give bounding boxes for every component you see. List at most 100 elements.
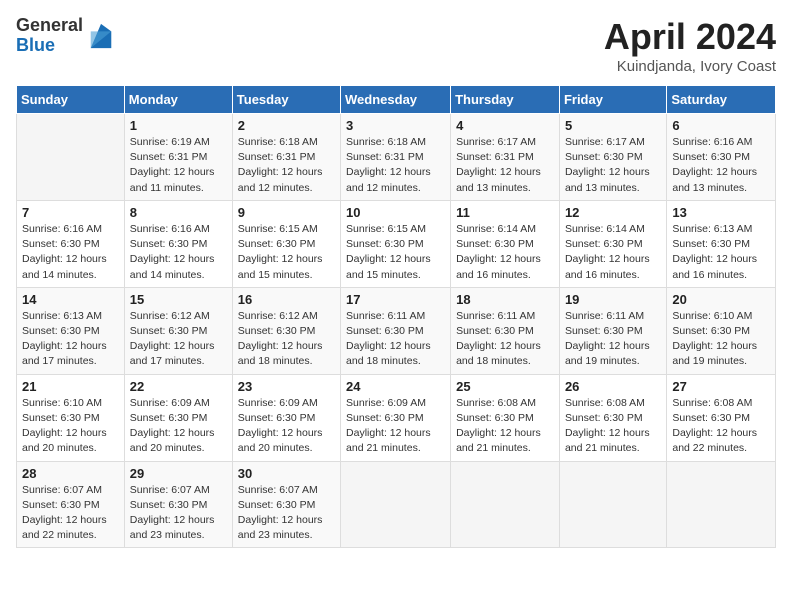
day-number: 3 (346, 118, 445, 133)
day-info: Sunrise: 6:10 AM Sunset: 6:30 PM Dayligh… (22, 396, 119, 457)
day-number: 9 (238, 205, 335, 220)
day-info: Sunrise: 6:13 AM Sunset: 6:30 PM Dayligh… (672, 222, 770, 283)
calendar-cell: 12 Sunrise: 6:14 AM Sunset: 6:30 PM Dayli… (559, 200, 666, 287)
calendar-cell: 4 Sunrise: 6:17 AM Sunset: 6:31 PM Daylig… (451, 114, 560, 201)
month-title: April 2024 (604, 16, 776, 58)
day-info: Sunrise: 6:17 AM Sunset: 6:31 PM Dayligh… (456, 135, 554, 196)
calendar-table: SundayMondayTuesdayWednesdayThursdayFrid… (16, 85, 776, 548)
calendar-cell: 22 Sunrise: 6:09 AM Sunset: 6:30 PM Dayli… (124, 374, 232, 461)
calendar-cell: 1Sunrise: 6:19 AM Sunset: 6:31 PM Daylig… (124, 114, 232, 201)
day-number: 8 (130, 205, 227, 220)
calendar-cell: 27 Sunrise: 6:08 AM Sunset: 6:30 PM Dayli… (667, 374, 776, 461)
day-of-week-header: Wednesday (341, 86, 451, 114)
calendar-cell: 10 Sunrise: 6:15 AM Sunset: 6:30 PM Dayli… (341, 200, 451, 287)
day-of-week-header: Sunday (17, 86, 125, 114)
calendar-cell: 21Sunrise: 6:10 AM Sunset: 6:30 PM Dayli… (17, 374, 125, 461)
day-info: Sunrise: 6:18 AM Sunset: 6:31 PM Dayligh… (238, 135, 335, 196)
calendar-cell: 26 Sunrise: 6:08 AM Sunset: 6:30 PM Dayli… (559, 374, 666, 461)
logo: General Blue (16, 16, 115, 56)
calendar-cell: 13 Sunrise: 6:13 AM Sunset: 6:30 PM Dayli… (667, 200, 776, 287)
day-info: Sunrise: 6:10 AM Sunset: 6:30 PM Dayligh… (672, 309, 770, 370)
day-number: 24 (346, 379, 445, 394)
calendar-week-row: 7 Sunrise: 6:16 AM Sunset: 6:30 PM Daylig… (17, 200, 776, 287)
day-info: Sunrise: 6:15 AM Sunset: 6:30 PM Dayligh… (346, 222, 445, 283)
calendar-cell: 6Sunrise: 6:16 AM Sunset: 6:30 PM Daylig… (667, 114, 776, 201)
calendar-week-row: 14 Sunrise: 6:13 AM Sunset: 6:30 PM Dayli… (17, 287, 776, 374)
day-number: 12 (565, 205, 661, 220)
day-number: 11 (456, 205, 554, 220)
day-info: Sunrise: 6:11 AM Sunset: 6:30 PM Dayligh… (565, 309, 661, 370)
day-info: Sunrise: 6:16 AM Sunset: 6:30 PM Dayligh… (22, 222, 119, 283)
day-number: 15 (130, 292, 227, 307)
day-info: Sunrise: 6:14 AM Sunset: 6:30 PM Dayligh… (565, 222, 661, 283)
day-info: Sunrise: 6:11 AM Sunset: 6:30 PM Dayligh… (346, 309, 445, 370)
calendar-cell (667, 461, 776, 548)
day-of-week-header: Thursday (451, 86, 560, 114)
day-info: Sunrise: 6:13 AM Sunset: 6:30 PM Dayligh… (22, 309, 119, 370)
day-number: 30 (238, 466, 335, 481)
calendar-cell: 24 Sunrise: 6:09 AM Sunset: 6:30 PM Dayli… (341, 374, 451, 461)
day-number: 5 (565, 118, 661, 133)
calendar-cell: 17Sunrise: 6:11 AM Sunset: 6:30 PM Dayli… (341, 287, 451, 374)
day-number: 4 (456, 118, 554, 133)
day-number: 7 (22, 205, 119, 220)
day-number: 14 (22, 292, 119, 307)
day-info: Sunrise: 6:07 AM Sunset: 6:30 PM Dayligh… (238, 483, 335, 544)
day-number: 25 (456, 379, 554, 394)
day-info: Sunrise: 6:19 AM Sunset: 6:31 PM Dayligh… (130, 135, 227, 196)
day-info: Sunrise: 6:09 AM Sunset: 6:30 PM Dayligh… (130, 396, 227, 457)
day-info: Sunrise: 6:07 AM Sunset: 6:30 PM Dayligh… (22, 483, 119, 544)
calendar-cell (17, 114, 125, 201)
calendar-cell: 29 Sunrise: 6:07 AM Sunset: 6:30 PM Dayli… (124, 461, 232, 548)
day-number: 27 (672, 379, 770, 394)
day-of-week-header: Saturday (667, 86, 776, 114)
day-number: 2 (238, 118, 335, 133)
calendar-cell: 15 Sunrise: 6:12 AM Sunset: 6:30 PM Dayli… (124, 287, 232, 374)
day-of-week-header: Monday (124, 86, 232, 114)
logo-blue-text: Blue (16, 36, 83, 56)
day-info: Sunrise: 6:18 AM Sunset: 6:31 PM Dayligh… (346, 135, 445, 196)
calendar-cell: 25Sunrise: 6:08 AM Sunset: 6:30 PM Dayli… (451, 374, 560, 461)
calendar-cell: 20Sunrise: 6:10 AM Sunset: 6:30 PM Dayli… (667, 287, 776, 374)
day-info: Sunrise: 6:08 AM Sunset: 6:30 PM Dayligh… (565, 396, 661, 457)
logo-general-text: General (16, 16, 83, 36)
calendar-cell: 16Sunrise: 6:12 AM Sunset: 6:30 PM Dayli… (232, 287, 340, 374)
calendar-cell: 9Sunrise: 6:15 AM Sunset: 6:30 PM Daylig… (232, 200, 340, 287)
calendar-cell (451, 461, 560, 548)
calendar-cell (559, 461, 666, 548)
calendar-cell: 23 Sunrise: 6:09 AM Sunset: 6:30 PM Dayli… (232, 374, 340, 461)
day-number: 18 (456, 292, 554, 307)
calendar-header-row: SundayMondayTuesdayWednesdayThursdayFrid… (17, 86, 776, 114)
calendar-cell (341, 461, 451, 548)
day-number: 22 (130, 379, 227, 394)
calendar-cell: 5 Sunrise: 6:17 AM Sunset: 6:30 PM Daylig… (559, 114, 666, 201)
calendar-cell: 7 Sunrise: 6:16 AM Sunset: 6:30 PM Daylig… (17, 200, 125, 287)
day-info: Sunrise: 6:11 AM Sunset: 6:30 PM Dayligh… (456, 309, 554, 370)
day-number: 23 (238, 379, 335, 394)
calendar-cell: 3 Sunrise: 6:18 AM Sunset: 6:31 PM Daylig… (341, 114, 451, 201)
calendar-week-row: 28 Sunrise: 6:07 AM Sunset: 6:30 PM Dayli… (17, 461, 776, 548)
day-of-week-header: Friday (559, 86, 666, 114)
day-info: Sunrise: 6:09 AM Sunset: 6:30 PM Dayligh… (346, 396, 445, 457)
calendar-cell: 2 Sunrise: 6:18 AM Sunset: 6:31 PM Daylig… (232, 114, 340, 201)
logo-icon (87, 22, 115, 50)
day-number: 26 (565, 379, 661, 394)
day-info: Sunrise: 6:12 AM Sunset: 6:30 PM Dayligh… (130, 309, 227, 370)
day-number: 29 (130, 466, 227, 481)
day-number: 6 (672, 118, 770, 133)
day-number: 10 (346, 205, 445, 220)
title-area: April 2024 Kuindjanda, Ivory Coast (604, 16, 776, 75)
day-info: Sunrise: 6:12 AM Sunset: 6:30 PM Dayligh… (238, 309, 335, 370)
day-info: Sunrise: 6:09 AM Sunset: 6:30 PM Dayligh… (238, 396, 335, 457)
calendar-cell: 8 Sunrise: 6:16 AM Sunset: 6:30 PM Daylig… (124, 200, 232, 287)
calendar-cell: 14 Sunrise: 6:13 AM Sunset: 6:30 PM Dayli… (17, 287, 125, 374)
day-info: Sunrise: 6:14 AM Sunset: 6:30 PM Dayligh… (456, 222, 554, 283)
day-info: Sunrise: 6:17 AM Sunset: 6:30 PM Dayligh… (565, 135, 661, 196)
day-info: Sunrise: 6:07 AM Sunset: 6:30 PM Dayligh… (130, 483, 227, 544)
day-number: 28 (22, 466, 119, 481)
calendar-cell: 30 Sunrise: 6:07 AM Sunset: 6:30 PM Dayli… (232, 461, 340, 548)
day-info: Sunrise: 6:08 AM Sunset: 6:30 PM Dayligh… (672, 396, 770, 457)
calendar-cell: 18 Sunrise: 6:11 AM Sunset: 6:30 PM Dayli… (451, 287, 560, 374)
day-info: Sunrise: 6:16 AM Sunset: 6:30 PM Dayligh… (130, 222, 227, 283)
day-number: 13 (672, 205, 770, 220)
